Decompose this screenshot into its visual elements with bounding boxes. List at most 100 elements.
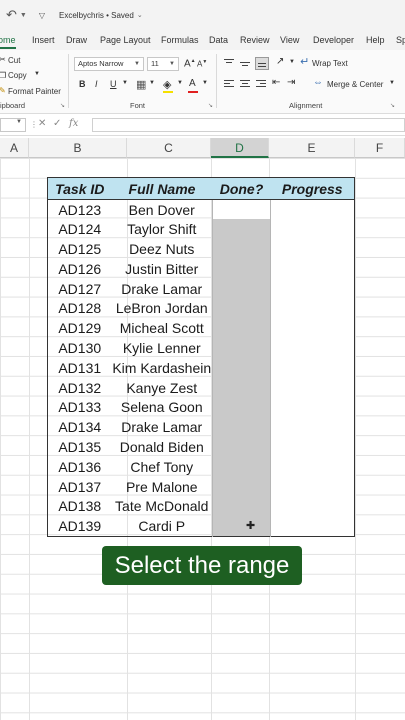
full-name-cell[interactable]: Donald Biden [112,437,213,457]
copy-icon[interactable]: ❐ [0,71,6,80]
cut-icon[interactable]: ✂ [0,55,6,64]
font-name-dropdown[interactable]: Aptos Narrow ▼ [74,57,144,71]
header-done[interactable]: Done? [212,177,271,200]
done-cell[interactable] [212,338,271,358]
progress-cell[interactable] [270,199,355,220]
tab-draw[interactable]: Draw [66,35,87,45]
task-id-cell[interactable]: AD133 [48,397,112,417]
full-name-cell[interactable]: Ben Dover [112,200,213,220]
font-color-icon[interactable]: A [189,78,196,89]
tab-help[interactable]: Help [366,35,385,45]
copy-dropdown-chevron-icon[interactable]: ▼ [34,71,40,77]
progress-cell[interactable] [270,258,355,279]
fill-color-icon[interactable]: ◈ [163,78,171,91]
tab-view[interactable]: View [280,35,299,45]
done-cell[interactable] [212,239,271,259]
task-id-cell[interactable]: AD138 [48,496,112,516]
done-cell[interactable] [212,298,271,319]
orientation-dropdown-chevron-icon[interactable]: ▼ [289,59,295,65]
done-cell[interactable] [212,496,271,517]
full-name-cell[interactable]: Kanye Zest [112,378,213,398]
align-right-icon[interactable] [255,79,267,90]
bottom-align-icon[interactable] [255,57,269,70]
title-chevron-icon[interactable]: ⌄ [137,11,143,19]
borders-dropdown-chevron-icon[interactable]: ▼ [149,80,155,86]
tab-review[interactable]: Review [240,35,270,45]
done-cell[interactable] [212,258,271,279]
task-id-cell[interactable]: AD125 [48,239,112,259]
done-cell[interactable] [212,219,271,240]
name-box[interactable]: ▼ [0,118,26,132]
done-cell[interactable] [212,199,271,220]
align-center-icon[interactable] [239,79,251,90]
task-id-cell[interactable]: AD129 [48,318,112,338]
increase-indent-icon[interactable]: ⇥ [287,77,295,88]
header-progress[interactable]: Progress [270,177,355,200]
progress-cell[interactable] [270,496,355,517]
task-id-cell[interactable]: AD127 [48,279,112,299]
tab-sp[interactable]: Sp [396,35,405,45]
done-cell[interactable] [212,456,271,477]
progress-cell[interactable] [270,437,355,457]
decrease-indent-icon[interactable]: ⇤ [272,77,280,88]
full-name-cell[interactable]: Pre Malone [112,477,213,497]
done-cell[interactable] [212,357,271,378]
full-name-cell[interactable]: Chef Tony [112,457,213,477]
undo-dropdown-chevron-icon[interactable]: ▼ [20,12,27,19]
merge-center-dropdown-chevron-icon[interactable]: ▼ [389,80,395,86]
progress-cell[interactable] [270,357,355,378]
column-header-a[interactable]: A [0,138,29,158]
tab-data[interactable]: Data [209,35,228,45]
insert-function-icon[interactable]: fx [69,118,78,129]
align-left-icon[interactable] [223,79,235,90]
tab-formulas[interactable]: Formulas [161,35,199,45]
column-header-f[interactable]: F [355,138,405,158]
header-full-name[interactable]: Full Name [111,177,213,200]
top-align-icon[interactable] [223,58,235,69]
task-id-cell[interactable]: AD136 [48,457,112,477]
cancel-icon[interactable]: ✕ [38,118,46,129]
progress-cell[interactable] [270,397,355,418]
full-name-cell[interactable]: Selena Goon [112,397,213,417]
header-task-id[interactable]: Task ID [47,177,112,200]
underline-dropdown-chevron-icon[interactable]: ▼ [122,80,128,86]
done-cell[interactable] [212,437,271,457]
full-name-cell[interactable]: Kylie Lenner [112,338,213,358]
orientation-icon[interactable]: ↗ [276,56,284,67]
done-cell[interactable] [212,397,271,418]
progress-cell[interactable] [270,516,355,537]
done-cell[interactable] [212,516,271,537]
full-name-cell[interactable]: Tate McDonald [112,496,213,516]
merge-center-button[interactable]: Merge & Center [327,80,383,89]
task-id-cell[interactable]: AD137 [48,477,112,497]
progress-cell[interactable] [270,278,355,299]
bold-button[interactable]: B [79,79,86,89]
cut-button[interactable]: Cut [8,56,20,65]
merge-center-icon[interactable]: ⇔ [313,77,323,88]
task-id-cell[interactable]: AD126 [48,259,112,279]
progress-cell[interactable] [270,318,355,339]
done-cell[interactable] [212,278,271,299]
font-size-dropdown[interactable]: 11 ▼ [147,57,179,71]
task-id-cell[interactable]: AD139 [48,516,112,536]
task-id-cell[interactable]: AD131 [48,358,112,378]
full-name-cell[interactable]: Justin Bitter [112,259,213,279]
fill-color-dropdown-chevron-icon[interactable]: ▼ [177,80,183,86]
wrap-text-button[interactable]: Wrap Text [312,59,348,68]
shrink-font-icon[interactable]: A▼ [197,59,207,69]
progress-cell[interactable] [270,456,355,477]
done-cell[interactable] [212,417,271,438]
column-header-b[interactable]: B [29,138,127,158]
grow-font-icon[interactable]: A▲ [184,58,196,69]
full-name-cell[interactable]: Cardi P [112,516,213,536]
task-id-cell[interactable]: AD132 [48,378,112,398]
clipboard-launcher-icon[interactable]: ↘ [60,102,65,109]
wrap-text-icon[interactable]: ↵ [300,55,309,68]
full-name-cell[interactable]: Kim Kardashein [112,358,213,378]
done-cell[interactable] [212,318,271,339]
task-id-cell[interactable]: AD130 [48,338,112,358]
font-color-dropdown-chevron-icon[interactable]: ▼ [202,80,208,86]
full-name-cell[interactable]: Micheal Scott [112,318,213,338]
column-header-d[interactable]: D [211,138,269,158]
progress-cell[interactable] [270,298,355,319]
